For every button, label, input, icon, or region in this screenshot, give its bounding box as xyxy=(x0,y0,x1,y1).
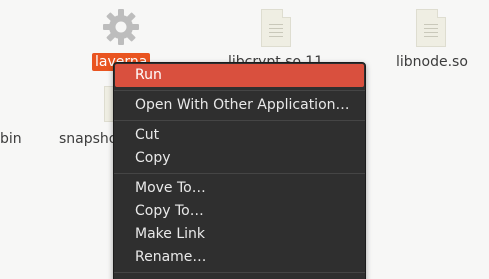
menu-item-cut[interactable]: Cut xyxy=(114,124,365,147)
menu-item-move-to[interactable]: Move To… xyxy=(114,177,365,200)
menu-item-copy-to[interactable]: Copy To… xyxy=(114,200,365,223)
menu-separator xyxy=(114,272,365,273)
menu-item-run[interactable]: Run xyxy=(115,64,364,87)
menu-item-rename[interactable]: Rename… xyxy=(114,246,365,269)
menu-separator xyxy=(114,90,365,91)
menu-separator xyxy=(114,173,365,174)
gear-icon[interactable] xyxy=(101,7,141,47)
menu-item-copy[interactable]: Copy xyxy=(114,147,365,170)
text-lines-icon xyxy=(269,24,283,40)
menu-item-open-with[interactable]: Open With Other Application… xyxy=(114,94,365,117)
text-file-icon[interactable] xyxy=(416,9,446,47)
text-file-icon[interactable] xyxy=(261,9,291,47)
menu-item-make-link[interactable]: Make Link xyxy=(114,223,365,246)
file-label-libnode[interactable]: libnode.so xyxy=(396,53,468,71)
desktop: laverna libcrypt.so.11 libnode.so bin sn… xyxy=(0,0,489,279)
text-lines-icon xyxy=(424,24,438,40)
context-menu: Run Open With Other Application… Cut Cop… xyxy=(113,62,366,279)
file-label-snapshot[interactable]: snapsho xyxy=(59,130,117,148)
menu-separator xyxy=(114,120,365,121)
file-label-bin[interactable]: bin xyxy=(0,130,22,148)
